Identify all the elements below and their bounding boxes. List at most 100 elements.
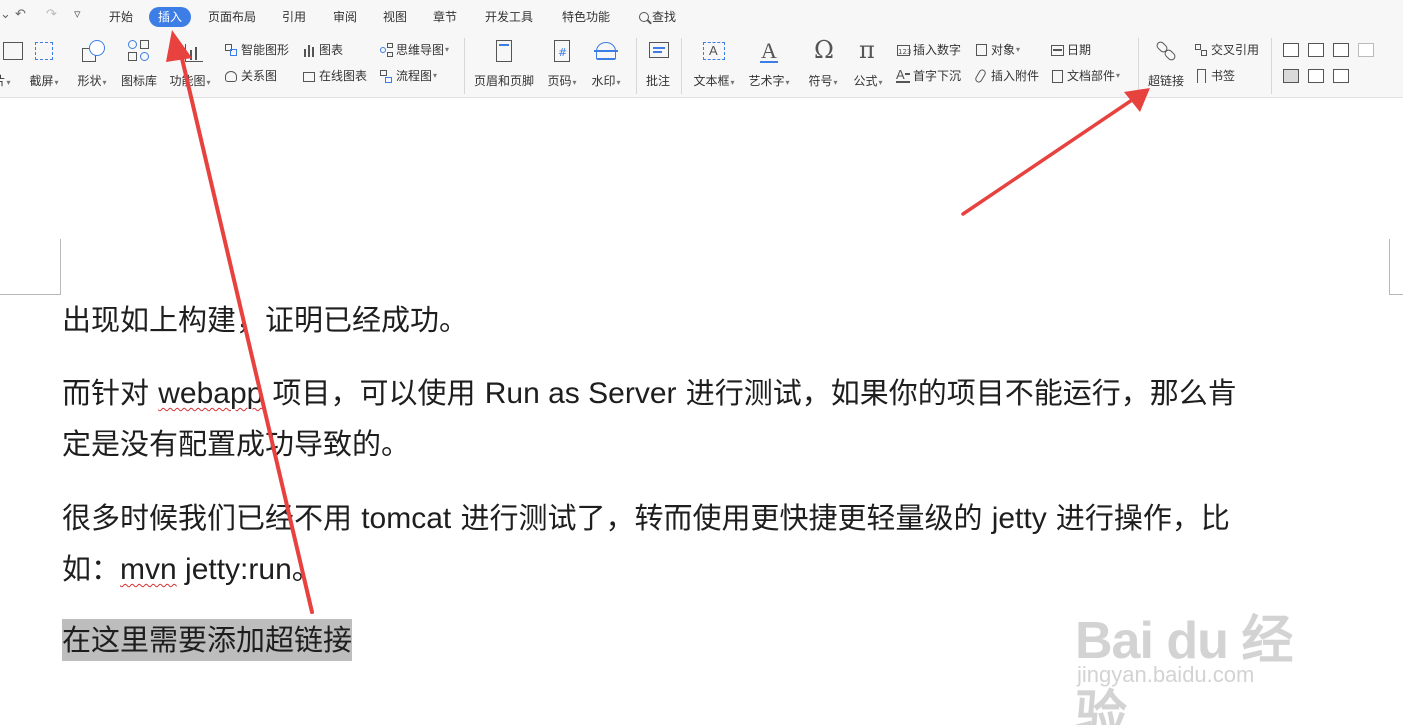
ribbon-separator xyxy=(1271,38,1272,94)
bar-chart-icon xyxy=(302,43,316,57)
customize-quick-access-icon[interactable]: ▿ xyxy=(74,7,81,22)
drop-cap-label: 首字下沉 xyxy=(913,69,962,83)
comment-button[interactable]: 批注 xyxy=(628,38,688,89)
drop-cap-button[interactable]: A 首字下沉 xyxy=(896,67,961,85)
flowchart-button[interactable]: 流程图 ▾ xyxy=(379,67,437,85)
calendar-icon xyxy=(1050,43,1064,57)
online-chart-button[interactable]: 在线图表 xyxy=(302,67,367,85)
header-footer-button[interactable]: 页眉和页脚 xyxy=(469,38,539,89)
checkbox-field-icon[interactable] xyxy=(1308,43,1324,57)
word-art-icon: A xyxy=(760,38,778,63)
relation-chart-icon xyxy=(224,69,238,83)
text-box-button[interactable]: A 文本框▾ xyxy=(684,38,744,89)
doc-parts-label: 文档部件 xyxy=(1067,69,1116,83)
selected-text[interactable]: 在这里需要添加超链接 xyxy=(62,619,353,661)
content-control-icon[interactable] xyxy=(1358,43,1374,57)
paragraph-1[interactable]: 出现如上构建，证明已经成功。 xyxy=(62,295,1392,345)
date-button[interactable]: 日期 xyxy=(1050,41,1091,59)
tab-review[interactable]: 审阅 xyxy=(324,7,366,27)
formula-button[interactable]: π 公式▾ xyxy=(838,36,898,89)
word-art-button[interactable]: A 艺术字▾ xyxy=(739,38,799,89)
ribbon-insert: 片▾ 截屏▾ 形状▾ 图标库 功能图▾ xyxy=(0,34,1403,98)
relation-chart-button[interactable]: 关系图 xyxy=(224,67,277,85)
picture-control-icon[interactable] xyxy=(1308,69,1324,83)
paragraph-1-text: 出现如上构建，证明已经成功。 xyxy=(62,303,469,337)
screenshot-icon xyxy=(31,38,57,64)
comment-icon xyxy=(645,38,671,64)
tab-special-features[interactable]: 特色功能 xyxy=(553,7,619,27)
bookmark-button[interactable]: 书签 xyxy=(1194,67,1235,85)
date-control-icon[interactable] xyxy=(1333,69,1349,83)
baidu-jingyan-watermark: Bai du 经验 jingyan.baidu.com xyxy=(1075,570,1335,725)
tab-references[interactable]: 引用 xyxy=(273,7,315,27)
hyperlink-button[interactable]: 超链接 xyxy=(1136,38,1196,89)
shapes-icon xyxy=(79,38,105,64)
date-label: 日期 xyxy=(1067,43,1092,57)
bookmark-icon xyxy=(1194,69,1208,83)
tab-insert[interactable]: 插入 xyxy=(149,7,192,27)
watermark-button[interactable]: 水印▾ xyxy=(576,38,636,89)
paperclip-icon xyxy=(973,68,988,84)
comment-label: 批注 xyxy=(645,74,670,88)
function-chart-button[interactable]: 功能图▾ xyxy=(160,38,220,89)
doc-parts-button[interactable]: 文档部件 ▾ xyxy=(1050,67,1120,85)
paragraph-2[interactable]: 而针对 webapp 项目，可以使用 Run as Server 进行测试，如果… xyxy=(62,368,1392,469)
tab-page-layout[interactable]: 页面布局 xyxy=(199,7,265,27)
text-run: 进行操作，比 xyxy=(1046,501,1230,535)
object-label: 对象 xyxy=(991,43,1016,57)
object-button[interactable]: 对象 ▾ xyxy=(974,41,1020,59)
picture-label: 片 xyxy=(0,74,6,88)
redo-icon[interactable]: ↷ xyxy=(46,7,57,22)
tab-developer[interactable]: 开发工具 xyxy=(476,7,542,27)
hyperlink-label: 超链接 xyxy=(1147,74,1184,88)
object-icon xyxy=(974,43,988,57)
tab-view[interactable]: 视图 xyxy=(374,7,416,27)
header-footer-label: 页眉和页脚 xyxy=(473,74,534,88)
watermark-label: 水印 xyxy=(591,74,616,88)
watermark-icon xyxy=(593,38,619,64)
chart-button[interactable]: 图表 xyxy=(302,41,343,59)
spellcheck-word: mvn xyxy=(120,553,177,586)
spellcheck-word: webapp xyxy=(158,377,264,410)
tab-sections[interactable]: 章节 xyxy=(424,7,466,27)
plain-text-control-icon[interactable] xyxy=(1283,69,1299,83)
picture-icon xyxy=(0,38,23,64)
header-footer-icon xyxy=(491,38,517,64)
insert-number-button[interactable]: 123 插入数字 xyxy=(896,41,961,59)
insert-attachment-label: 插入附件 xyxy=(991,69,1040,83)
text-run: 项目，可以使用 xyxy=(263,376,485,410)
drop-cap-icon: A xyxy=(896,67,910,83)
cross-reference-button[interactable]: 交叉引用 xyxy=(1194,41,1259,59)
chart-label: 图表 xyxy=(319,43,344,57)
insert-number-label: 插入数字 xyxy=(913,43,962,57)
search-icon xyxy=(639,12,649,22)
function-chart-label: 功能图 xyxy=(169,74,206,88)
text-run: 而针对 xyxy=(62,376,159,410)
number-icon: 123 xyxy=(896,43,911,57)
smart-graphic-label: 智能图形 xyxy=(241,43,290,57)
text-run: 如： xyxy=(62,552,121,586)
text-run: tomcat xyxy=(361,502,452,535)
flowchart-icon xyxy=(379,69,393,83)
text-run: jetty xyxy=(991,502,1047,535)
insert-attachment-button[interactable]: 插入附件 xyxy=(973,67,1040,85)
search-label: 查找 xyxy=(652,10,677,24)
flowchart-label: 流程图 xyxy=(396,69,433,83)
omega-icon: Ω xyxy=(814,36,834,64)
list-field-icon[interactable] xyxy=(1333,43,1349,57)
search-button[interactable]: 查找 xyxy=(630,7,685,27)
mind-map-button[interactable]: 思维导图 ▾ xyxy=(379,41,449,59)
text-field-icon[interactable] xyxy=(1283,43,1299,57)
screenshot-label: 截屏 xyxy=(29,74,54,88)
relation-chart-label: 关系图 xyxy=(241,69,278,83)
tab-home[interactable]: 开始 xyxy=(100,7,142,27)
word-art-label: 艺术字 xyxy=(748,74,785,88)
crop-mark xyxy=(60,239,61,294)
link-icon xyxy=(1153,38,1179,64)
undo-icon[interactable]: ↶ xyxy=(15,7,26,22)
quick-access-fragment[interactable]: ⌄ xyxy=(0,7,11,22)
smart-graphic-icon xyxy=(224,43,238,57)
smart-graphic-button[interactable]: 智能图形 xyxy=(224,41,289,59)
text-run: 。 xyxy=(291,552,321,586)
symbol-label: 符号 xyxy=(808,74,833,88)
